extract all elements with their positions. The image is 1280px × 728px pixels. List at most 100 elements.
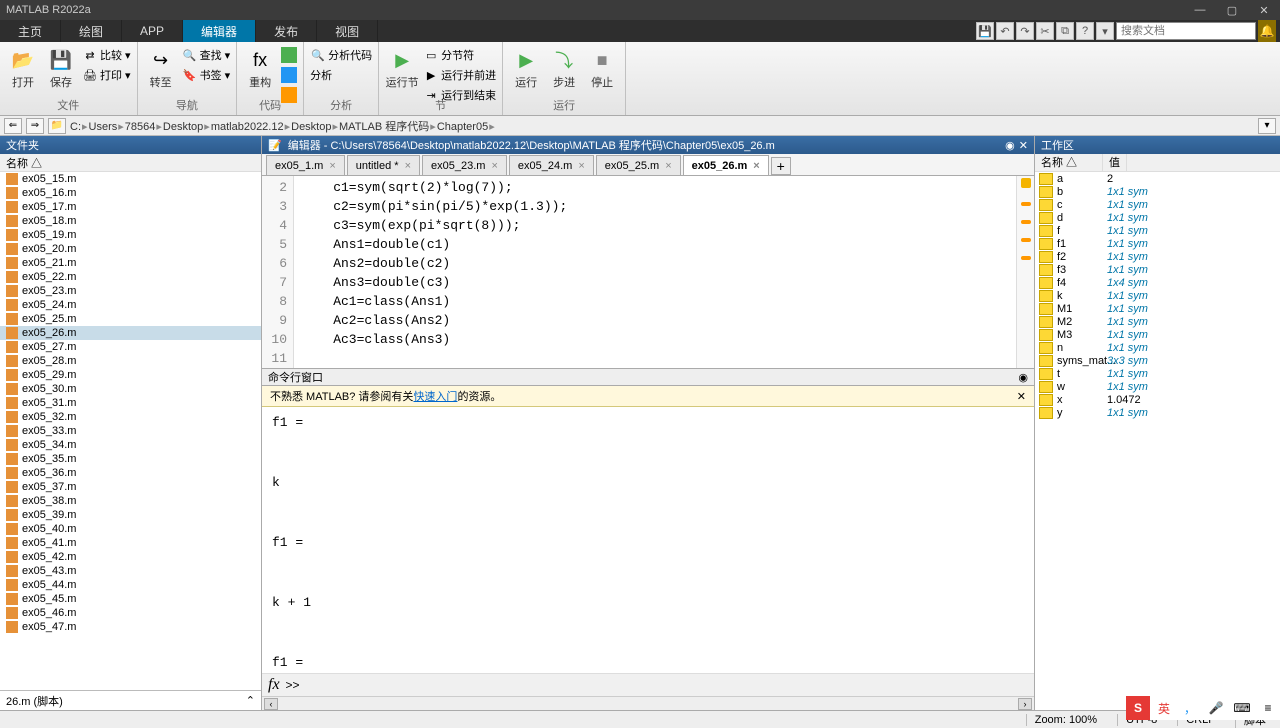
file-item[interactable]: ex05_15.m: [0, 172, 261, 186]
tab-发布[interactable]: 发布: [256, 20, 317, 42]
workspace-col-name[interactable]: 名称 △: [1035, 154, 1103, 171]
file-item[interactable]: ex05_26.m: [0, 326, 261, 340]
workspace-variable[interactable]: f41x4 sym: [1035, 276, 1280, 289]
editor-tab[interactable]: ex05_23.m×: [422, 155, 507, 175]
tab-编辑器[interactable]: 编辑器: [183, 20, 256, 42]
editor-tab[interactable]: ex05_1.m×: [266, 155, 345, 175]
warning-marker-icon[interactable]: [1021, 238, 1031, 242]
add-tab-button[interactable]: +: [771, 157, 791, 175]
preview-chevron-icon[interactable]: ⌃: [246, 694, 255, 707]
find-button[interactable]: 🔍查找 ▾: [182, 46, 231, 64]
notification-bell-icon[interactable]: 🔔: [1258, 20, 1276, 42]
file-item[interactable]: ex05_28.m: [0, 354, 261, 368]
editor-tab[interactable]: ex05_24.m×: [509, 155, 594, 175]
file-item[interactable]: ex05_30.m: [0, 382, 261, 396]
breadcrumb-segment[interactable]: C:: [70, 121, 81, 133]
maximize-icon[interactable]: ▢: [1222, 3, 1242, 17]
editor-close-icon[interactable]: ✕: [1019, 139, 1028, 152]
tab-视图[interactable]: 视图: [317, 20, 378, 42]
command-prompt[interactable]: fx >>: [262, 673, 1034, 696]
file-item[interactable]: ex05_18.m: [0, 214, 261, 228]
editor-restore-icon[interactable]: ◉: [1005, 139, 1015, 152]
breadcrumb-segment[interactable]: matlab2022.12: [211, 121, 284, 133]
breadcrumb-segment[interactable]: Users: [89, 121, 118, 133]
undo-qa-icon[interactable]: ↶: [996, 22, 1014, 40]
file-item[interactable]: ex05_24.m: [0, 298, 261, 312]
file-item[interactable]: ex05_43.m: [0, 564, 261, 578]
workspace-variable[interactable]: d1x1 sym: [1035, 211, 1280, 224]
ime-keyboard-icon[interactable]: ⌨: [1230, 696, 1254, 720]
workspace-variable[interactable]: f21x1 sym: [1035, 250, 1280, 263]
compare-button[interactable]: ⇄比较 ▾: [82, 46, 131, 64]
code-tool1[interactable]: [281, 46, 297, 64]
file-item[interactable]: ex05_44.m: [0, 578, 261, 592]
file-item[interactable]: ex05_38.m: [0, 494, 261, 508]
file-item[interactable]: ex05_27.m: [0, 340, 261, 354]
quick-start-link[interactable]: 快速入门: [413, 391, 457, 403]
cut-qa-icon[interactable]: ✂: [1036, 22, 1054, 40]
open-button[interactable]: 📂打开: [6, 44, 40, 90]
run-advance-button[interactable]: ▶运行并前进: [423, 66, 496, 84]
file-item[interactable]: ex05_29.m: [0, 368, 261, 382]
save-button[interactable]: 💾保存: [44, 44, 78, 90]
tab-APP[interactable]: APP: [122, 20, 183, 42]
scroll-right-icon[interactable]: ›: [1018, 698, 1032, 710]
minimize-icon[interactable]: —: [1190, 3, 1210, 17]
workspace-variable[interactable]: f11x1 sym: [1035, 237, 1280, 250]
file-item[interactable]: ex05_20.m: [0, 242, 261, 256]
workspace-variable[interactable]: t1x1 sym: [1035, 367, 1280, 380]
editor-tab[interactable]: ex05_25.m×: [596, 155, 681, 175]
fx-icon[interactable]: fx: [268, 676, 280, 694]
workspace-variable[interactable]: M21x1 sym: [1035, 315, 1280, 328]
save-qa-icon[interactable]: 💾: [976, 22, 994, 40]
file-item[interactable]: ex05_16.m: [0, 186, 261, 200]
section-break-button[interactable]: ▭分节符: [423, 46, 496, 64]
tab-绘图[interactable]: 绘图: [61, 20, 122, 42]
refactor-button[interactable]: fx重构: [243, 44, 277, 90]
file-item[interactable]: ex05_33.m: [0, 424, 261, 438]
warning-marker-icon[interactable]: [1021, 202, 1031, 206]
run-button[interactable]: ▶运行: [509, 44, 543, 90]
ime-mic-icon[interactable]: 🎤: [1204, 696, 1228, 720]
breadcrumb-segment[interactable]: 78564: [125, 121, 156, 133]
back-button[interactable]: ⇐: [4, 118, 22, 134]
tab-close-icon[interactable]: ×: [491, 160, 497, 172]
file-item[interactable]: ex05_42.m: [0, 550, 261, 564]
bookmark-button[interactable]: 🔖书签 ▾: [182, 66, 231, 84]
warning-marker-icon[interactable]: [1021, 256, 1031, 260]
workspace-variable[interactable]: a2: [1035, 172, 1280, 185]
warning-marker-icon[interactable]: [1021, 178, 1031, 188]
workspace-variable[interactable]: M31x1 sym: [1035, 328, 1280, 341]
tab-close-icon[interactable]: ×: [578, 160, 584, 172]
editor-tab[interactable]: ex05_26.m×: [683, 155, 769, 175]
tab-close-icon[interactable]: ×: [753, 160, 759, 172]
banner-close-icon[interactable]: ✕: [1017, 390, 1026, 403]
file-item[interactable]: ex05_39.m: [0, 508, 261, 522]
more-qa-icon[interactable]: ▾: [1096, 22, 1114, 40]
file-item[interactable]: ex05_17.m: [0, 200, 261, 214]
horizontal-scrollbar[interactable]: ‹ ›: [262, 696, 1034, 710]
file-item[interactable]: ex05_22.m: [0, 270, 261, 284]
workspace-variable[interactable]: x1.0472: [1035, 393, 1280, 406]
workspace-variable[interactable]: M11x1 sym: [1035, 302, 1280, 315]
ime-menu-icon[interactable]: ≡: [1256, 696, 1280, 720]
file-item[interactable]: ex05_19.m: [0, 228, 261, 242]
workspace-variable[interactable]: w1x1 sym: [1035, 380, 1280, 393]
breadcrumb-segment[interactable]: MATLAB 程序代码: [339, 121, 429, 133]
file-item[interactable]: ex05_23.m: [0, 284, 261, 298]
workspace-variable[interactable]: y1x1 sym: [1035, 406, 1280, 419]
file-item[interactable]: ex05_40.m: [0, 522, 261, 536]
file-item[interactable]: ex05_25.m: [0, 312, 261, 326]
file-item[interactable]: ex05_21.m: [0, 256, 261, 270]
close-icon[interactable]: ✕: [1254, 3, 1274, 17]
help-qa-icon[interactable]: ?: [1076, 22, 1094, 40]
workspace-col-value[interactable]: 值: [1103, 154, 1127, 171]
breadcrumb-segment[interactable]: Chapter05: [437, 121, 488, 133]
file-item[interactable]: ex05_47.m: [0, 620, 261, 634]
file-item[interactable]: ex05_31.m: [0, 396, 261, 410]
workspace-variable[interactable]: n1x1 sym: [1035, 341, 1280, 354]
search-input[interactable]: [1116, 22, 1256, 40]
goto-button[interactable]: ↪转至: [144, 44, 178, 90]
workspace-variable[interactable]: f31x1 sym: [1035, 263, 1280, 276]
file-item[interactable]: ex05_36.m: [0, 466, 261, 480]
